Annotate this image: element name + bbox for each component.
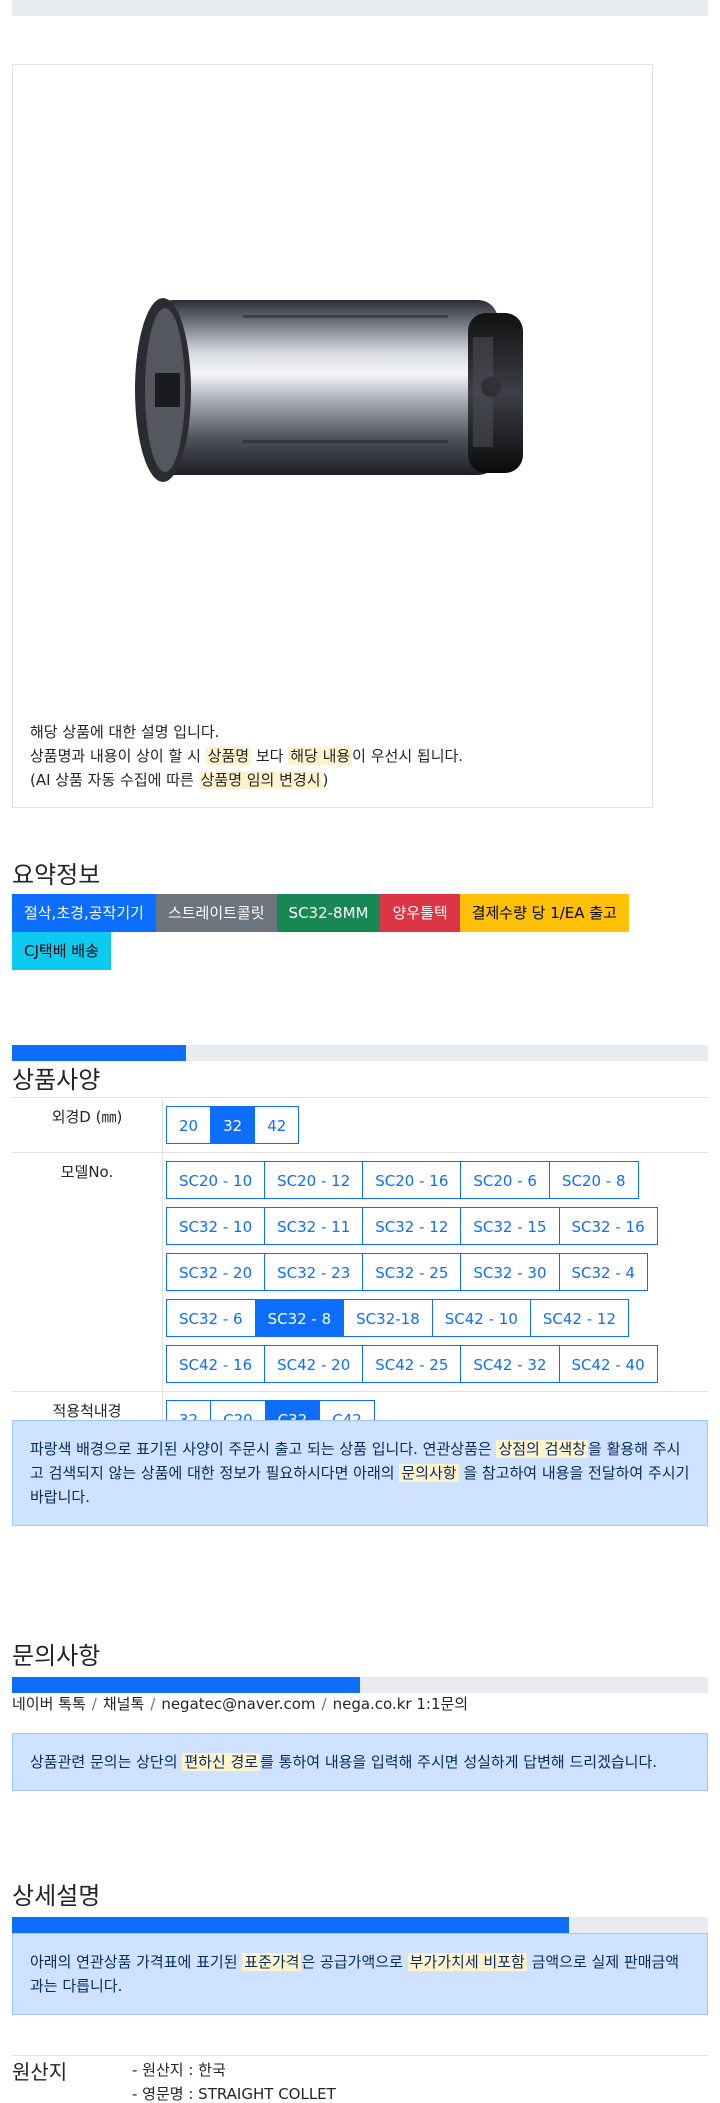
link-separator: / (150, 1695, 156, 1713)
text: 보다 (251, 747, 289, 765)
spec-options: SC20 - 10 SC20 - 12 SC20 - 16 SC20 - 6 SC20 … (163, 1153, 708, 1391)
spec-row: 모델No. SC20 - 10 SC20 - 12 SC20 - 16 SC20 - 6… (12, 1153, 708, 1392)
summary-tag: SC32-8MM (276, 894, 381, 932)
product-card: 해당 상품에 대한 설명 입니다. 상품명과 내용이 상이 할 시 상품명 보다… (12, 64, 653, 808)
text: 상품관련 문의는 상단의 (30, 1753, 183, 1771)
spec-row: 외경D (㎜) 20 32 42 (12, 1098, 708, 1153)
contact-link[interactable]: 채널톡 (103, 1695, 144, 1713)
spec-progress-fill (12, 1045, 186, 1061)
summary-tag: 결제수량 당 1/EA 출고 (459, 894, 629, 932)
inquiry-title: 문의사항 (12, 1642, 101, 1670)
description-line-3: (AI 상품 자동 수집에 따른 상품명 임의 변경시) (30, 768, 463, 792)
text: 를 통하여 내용을 입력해 주시면 성실하게 답변해 드리겠습니다. (260, 1753, 658, 1771)
spec-label: 모델No. (12, 1153, 163, 1391)
spec-title: 상품사양 (12, 1066, 101, 1094)
text: 아래의 연관상품 가격표에 표기된 (30, 1953, 243, 1971)
spec-option-button[interactable]: SC32 - 11 (264, 1207, 364, 1245)
origin-item: - 원산지 : 한국 (132, 2061, 226, 2079)
summary-tag: 양우툴텍 (380, 894, 460, 932)
spec-option-button[interactable]: SC32 - 8 (254, 1299, 345, 1337)
product-description: 해당 상품에 대한 설명 입니다. 상품명과 내용이 상이 할 시 상품명 보다… (30, 720, 463, 792)
spec-options: 20 32 42 (163, 1098, 708, 1152)
detail-title: 상세설명 (12, 1882, 101, 1910)
spec-option-button[interactable]: SC32 - 10 (166, 1207, 266, 1245)
highlight: 상점의 검색창 (496, 1440, 589, 1458)
detail-progress-fill (12, 1917, 569, 1933)
text: 이 우선시 됩니다. (352, 747, 464, 765)
spec-option-button[interactable]: SC32 - 23 (264, 1253, 364, 1291)
detail-notice: 아래의 연관상품 가격표에 표기된 표준가격 은 공급가액으로 부가가치세 비포함… (12, 1933, 708, 2015)
spec-option-button[interactable]: 42 (254, 1106, 300, 1144)
text: (AI 상품 자동 수집에 따른 (30, 771, 199, 789)
origin-list: - 원산지 : 한국 - 영문명 : STRAIGHT COLLET (132, 2058, 336, 2103)
highlight: 상품명 임의 변경시 (198, 771, 323, 789)
inquiry-notice: 상품관련 문의는 상단의 편하신 경로 를 통하여 내용을 입력해 주시면 성실하… (12, 1733, 708, 1791)
origin-label: 원산지 (12, 2060, 68, 2084)
spec-option-button[interactable]: SC20 - 12 (264, 1161, 364, 1199)
spec-option-button[interactable]: SC42 - 20 (264, 1345, 364, 1383)
spec-option-button[interactable]: SC42 - 25 (362, 1345, 462, 1383)
summary-tag: 절삭,초경,공작기기 (12, 894, 156, 932)
highlight: 편하신 경로 (182, 1753, 261, 1771)
spec-table: 외경D (㎜) 20 32 42 모델No. SC20 - 10 SC20 - 12 SC20… (12, 1097, 708, 1447)
spec-option-button[interactable]: SC20 - 16 (362, 1161, 462, 1199)
spec-option-button[interactable]: SC42 - 32 (460, 1345, 560, 1383)
spec-option-button[interactable]: SC42 - 12 (529, 1299, 629, 1337)
spec-option-button[interactable]: 32 (210, 1106, 256, 1144)
spec-option-button[interactable]: SC32 - 30 (460, 1253, 560, 1291)
spec-option-button[interactable]: SC20 - 8 (548, 1161, 639, 1199)
detail-progress (12, 1917, 708, 1933)
spec-progress (12, 1045, 708, 1061)
spec-notice: 파랑색 배경으로 표기된 사양이 주문시 출고 되는 상품 입니다. 연관상품은… (12, 1420, 708, 1526)
spec-option-button[interactable]: SC42 - 16 (166, 1345, 266, 1383)
inquiry-progress-fill (12, 1677, 360, 1693)
text: ) (322, 771, 329, 789)
spec-option-button[interactable]: SC42 - 40 (558, 1345, 658, 1383)
summary-tag: CJ택배 배송 (12, 932, 111, 970)
highlight: 해당 내용 (288, 747, 353, 765)
spec-option-button[interactable]: SC32 - 12 (362, 1207, 462, 1245)
description-line-1: 해당 상품에 대한 설명 입니다. (30, 723, 220, 741)
description-line-2: 상품명과 내용이 상이 할 시 상품명 보다 해당 내용 이 우선시 됩니다. (30, 744, 463, 768)
spec-option-button[interactable]: SC32 - 4 (558, 1253, 649, 1291)
spec-label: 외경D (㎜) (12, 1098, 163, 1152)
origin-section: 원산지 - 원산지 : 한국 - 영문명 : STRAIGHT COLLET (12, 2055, 708, 2103)
spec-option-button[interactable]: SC32 - 16 (558, 1207, 658, 1245)
inquiry-progress (12, 1677, 708, 1693)
spec-option-button[interactable]: SC42 - 10 (431, 1299, 531, 1337)
spec-option-button[interactable]: SC32 - 15 (460, 1207, 560, 1245)
summary-title: 요약정보 (12, 861, 101, 889)
text: 은 공급가액으로 (301, 1953, 408, 1971)
highlight: 상품명 (205, 747, 252, 765)
link-separator: / (321, 1695, 327, 1713)
contact-link[interactable]: negatec@naver.com (161, 1695, 315, 1713)
contact-links: 네이버 톡톡 / 채널톡 / negatec@naver.com / nega.co.kr … (12, 1693, 468, 1714)
spec-option-button[interactable]: SC32 - 25 (362, 1253, 462, 1291)
origin-item: - 영문명 : STRAIGHT COLLET (132, 2085, 336, 2103)
spec-option-button[interactable]: SC32 - 6 (166, 1299, 256, 1337)
contact-link[interactable]: 네이버 톡톡 (12, 1695, 86, 1713)
collet-product-image (135, 298, 523, 482)
spec-option-button[interactable]: 20 (166, 1106, 212, 1144)
spec-option-button[interactable]: SC32-18 (343, 1299, 433, 1337)
spec-option-button[interactable]: SC20 - 6 (460, 1161, 550, 1199)
text: 파랑색 배경으로 표기된 사양이 주문시 출고 되는 상품 입니다. 연관상품은 (30, 1440, 497, 1458)
summary-tags: 절삭,초경,공작기기 스트레이트콜릿 SC32-8MM 양우툴텍 결제수량 당 1/EA… (12, 894, 702, 970)
contact-link[interactable]: nega.co.kr 1:1문의 (333, 1695, 469, 1713)
highlight: 부가가치세 비포함 (407, 1953, 527, 1971)
highlight: 표준가격 (242, 1953, 302, 1971)
spec-option-button[interactable]: SC20 - 10 (166, 1161, 266, 1199)
highlight: 문의사항 (399, 1464, 459, 1482)
summary-tag: 스트레이트콜릿 (155, 894, 277, 932)
top-progress-track (12, 0, 708, 16)
text: 상품명과 내용이 상이 할 시 (30, 747, 206, 765)
link-separator: / (91, 1695, 97, 1713)
spec-option-button[interactable]: SC32 - 20 (166, 1253, 266, 1291)
